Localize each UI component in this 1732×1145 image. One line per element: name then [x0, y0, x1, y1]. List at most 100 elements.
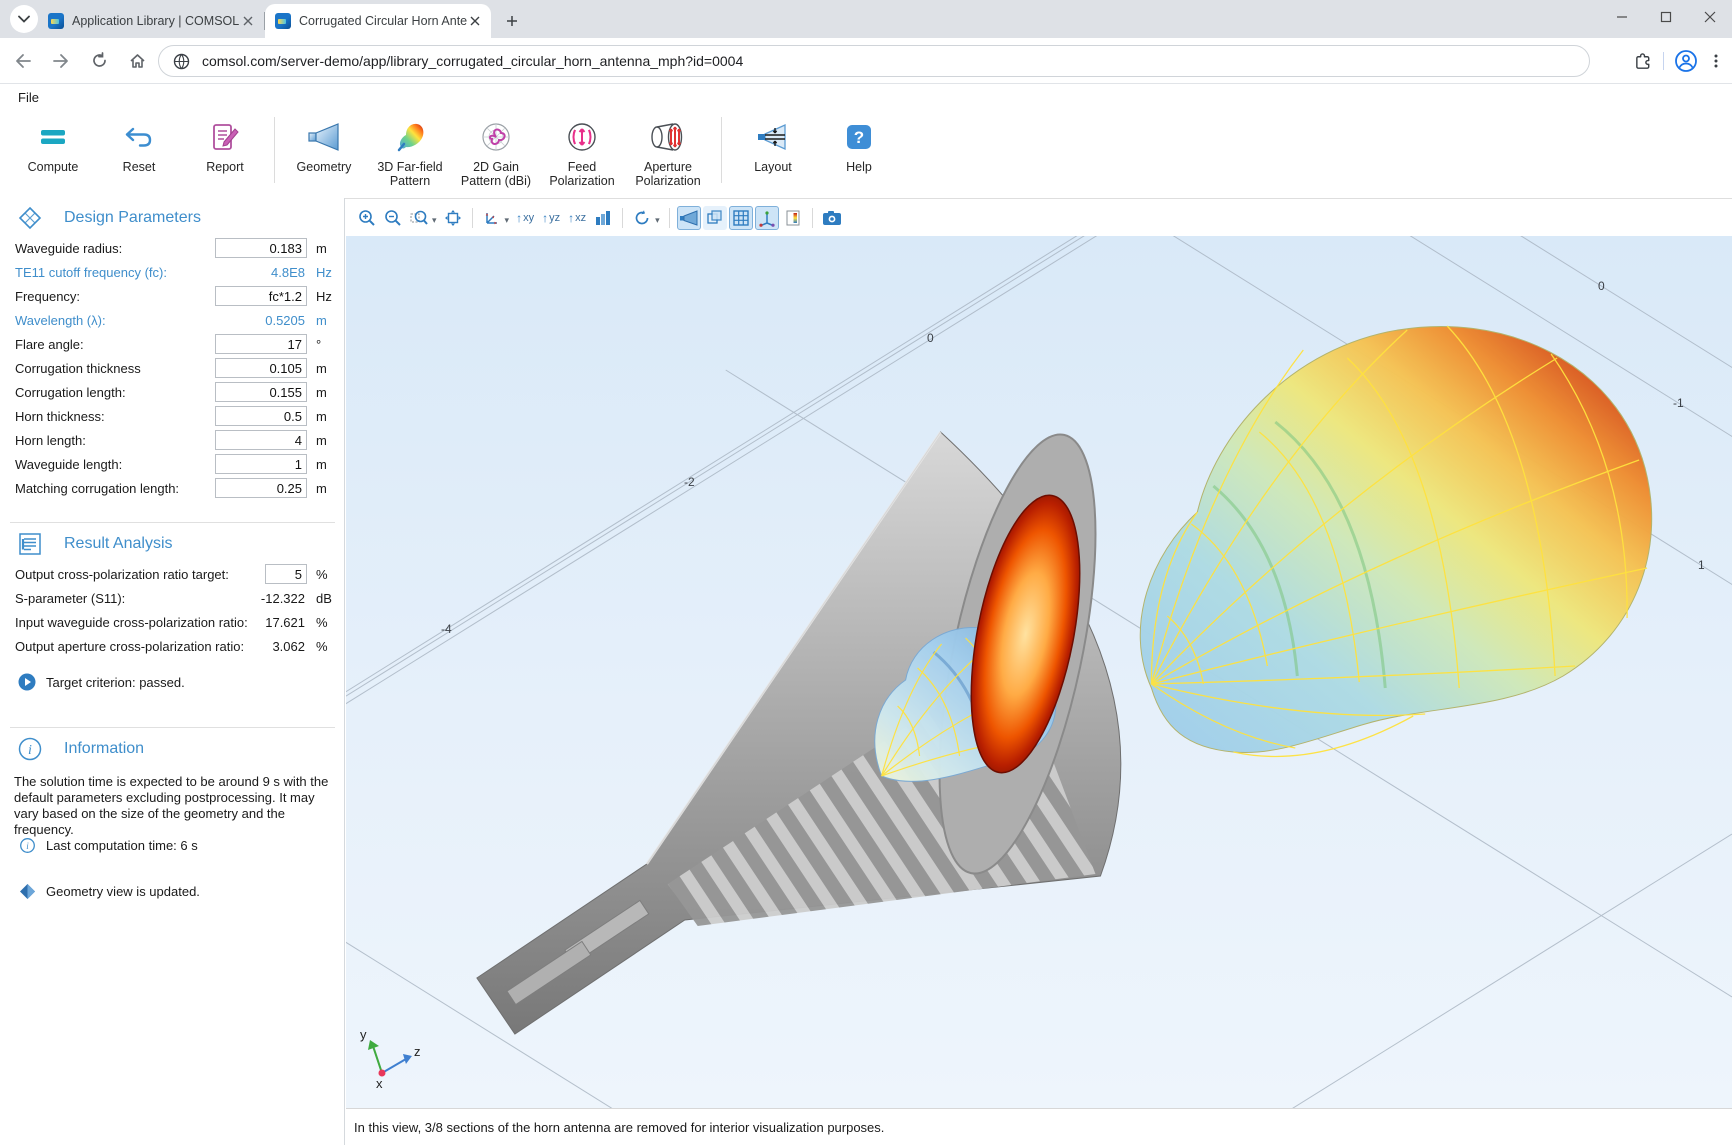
view-xz-button[interactable]: ↑xz [565, 206, 589, 230]
result-row-input-ratio: Input waveguide cross-polarization ratio… [0, 611, 345, 635]
horn-length-input[interactable] [215, 430, 307, 450]
passed-icon [18, 673, 36, 691]
window-maximize-button[interactable] [1644, 0, 1688, 34]
tab-title: Application Library | COMSOL S [72, 14, 240, 28]
matching-corrugation-length-input[interactable] [215, 478, 307, 498]
geometry-diamond-icon [18, 883, 36, 900]
show-geometry-toggle[interactable] [677, 206, 701, 230]
axis-tick: 0 [927, 331, 934, 345]
3d-viewport[interactable]: 0 -2 -4 0 -1 1 y z x [346, 236, 1732, 1108]
param-label: Matching corrugation length: [15, 481, 179, 496]
rotate-dropdown-icon[interactable]: ▾ [655, 215, 660, 226]
view-xz-label: xz [575, 212, 586, 224]
flare-angle-input[interactable] [215, 334, 307, 354]
scene-light-button[interactable] [591, 206, 615, 230]
triad-x-label: x [376, 1076, 383, 1091]
waveguide-radius-input[interactable] [215, 238, 307, 258]
aperture-polarization-button[interactable]: Aperture Polarization [625, 109, 711, 189]
gain-pattern-button[interactable]: 2D Gain Pattern (dBi) [453, 109, 539, 189]
param-row-flare-angle: Flare angle: ° [0, 333, 345, 357]
report-button[interactable]: Report [182, 109, 268, 174]
cross-polarization-target-input[interactable] [265, 564, 307, 584]
reload-button[interactable] [84, 46, 114, 76]
feed-polarization-button[interactable]: Feed Polarization [539, 109, 625, 189]
param-row-waveguide-length: Waveguide length: m [0, 453, 345, 477]
zoom-box-button[interactable] [407, 206, 431, 230]
viewport-caption-bar: In this view, 3/8 sections of the horn a… [346, 1108, 1732, 1145]
file-menu[interactable]: File [18, 90, 39, 105]
forward-button[interactable] [46, 46, 76, 76]
status-text: Target criterion: passed. [46, 675, 185, 690]
zoom-extents-button[interactable] [441, 206, 465, 230]
comsol-favicon-icon [48, 13, 64, 29]
frequency-input[interactable] [215, 286, 307, 306]
transparency-toggle[interactable] [703, 206, 727, 230]
profile-icon[interactable] [1674, 49, 1698, 73]
corrugation-length-input[interactable] [215, 382, 307, 402]
zoom-in-button[interactable] [355, 206, 379, 230]
window-minimize-button[interactable] [1600, 0, 1644, 34]
layout-button[interactable]: Layout [730, 109, 816, 174]
waveguide-length-input[interactable] [215, 454, 307, 474]
site-info-icon[interactable] [173, 53, 190, 70]
status-text: Geometry view is updated. [46, 884, 200, 899]
home-button[interactable] [122, 46, 152, 76]
view-yz-label: yz [549, 212, 560, 224]
tab-close-icon[interactable] [467, 13, 483, 29]
zoom-box-dropdown-icon[interactable]: ▾ [432, 215, 437, 226]
browser-tab-strip: Application Library | COMSOL S Corrugate… [0, 0, 1732, 38]
param-unit: m [316, 481, 327, 496]
go-to-default-view-button[interactable] [480, 206, 504, 230]
tab-search-button[interactable] [10, 5, 38, 33]
section-divider [10, 522, 335, 523]
browser-tab-active[interactable]: Corrugated Circular Horn Anten [265, 4, 491, 38]
far-field-pattern-icon [394, 119, 426, 155]
browser-menu-icon[interactable] [1708, 53, 1724, 69]
back-button[interactable] [8, 46, 38, 76]
tab-close-icon[interactable] [240, 13, 256, 29]
window-close-button[interactable] [1688, 0, 1732, 34]
far-field-button[interactable]: 3D Far-field Pattern [367, 109, 453, 189]
report-label: Report [206, 160, 244, 174]
axis-tick: -4 [441, 622, 452, 636]
view-xy-button[interactable]: ↑xy [513, 206, 537, 230]
show-color-legend-toggle[interactable] [781, 206, 805, 230]
help-button[interactable]: ? Help [816, 109, 902, 174]
app-menu-bar: File [0, 85, 1732, 109]
view-yz-button[interactable]: ↑yz [539, 206, 563, 230]
triad-z-label: z [414, 1044, 421, 1059]
zoom-out-button[interactable] [381, 206, 405, 230]
rotate-view-button[interactable] [630, 206, 654, 230]
toolbar-separator [622, 208, 623, 228]
orientation-triad [368, 1040, 412, 1077]
output-cross-polarization-value: 3.062 [213, 639, 305, 654]
feed-polarization-label: Feed Polarization [539, 160, 625, 189]
url-text[interactable]: comsol.com/server-demo/app/library_corru… [202, 53, 743, 69]
geometry-button[interactable]: Geometry [281, 109, 367, 174]
chevron-down-icon [18, 15, 30, 23]
compute-button[interactable]: Compute [10, 109, 96, 174]
param-label: Waveguide radius: [15, 241, 122, 256]
param-row-horn-thickness: Horn thickness: m [0, 405, 345, 429]
axis-tick: 1 [1698, 558, 1705, 572]
new-tab-button[interactable] [499, 8, 525, 34]
address-bar[interactable]: comsol.com/server-demo/app/library_corru… [158, 45, 1590, 77]
geometry-horn-icon [307, 119, 341, 155]
result-unit: % [316, 567, 328, 582]
reset-button[interactable]: Reset [96, 109, 182, 174]
browser-tab-inactive[interactable]: Application Library | COMSOL S [38, 4, 264, 38]
show-axis-orientation-toggle[interactable] [755, 206, 779, 230]
horn-thickness-input[interactable] [215, 406, 307, 426]
view-dropdown-icon[interactable]: ▾ [505, 215, 510, 226]
svg-text:?: ? [854, 128, 864, 147]
result-row-output-ratio: Output aperture cross-polarization ratio… [0, 635, 345, 659]
result-row-target: Output cross-polarization ratio target: … [0, 563, 345, 587]
info-circle-icon: i [18, 838, 36, 853]
param-row-frequency: Frequency: Hz [0, 285, 345, 309]
extensions-icon[interactable] [1634, 52, 1653, 71]
corrugation-thickness-input[interactable] [215, 358, 307, 378]
screenshot-button[interactable] [820, 206, 844, 230]
show-grid-toggle[interactable] [729, 206, 753, 230]
wavelength-value: 0.5205 [213, 313, 305, 328]
toolbar-separator [472, 208, 473, 228]
